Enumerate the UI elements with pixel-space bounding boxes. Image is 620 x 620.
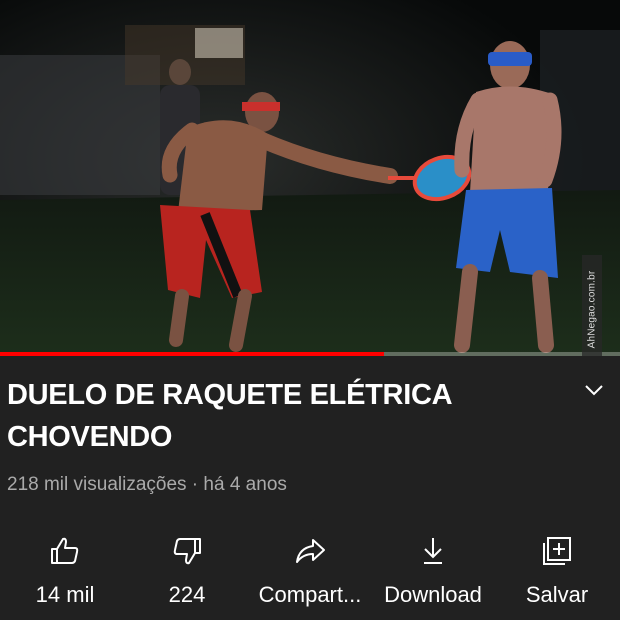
expand-description-button[interactable] <box>582 378 606 402</box>
video-meta: 218 mil visualizações · há 4 anos <box>7 474 287 496</box>
video-info: DUELO DE RAQUETE ELÉTRICA CHOVENDO 218 m… <box>0 356 620 620</box>
share-label: Compart... <box>258 582 362 607</box>
upload-age: há 4 anos <box>203 474 287 495</box>
save-playlist-icon <box>543 537 571 565</box>
share-icon <box>296 539 325 563</box>
save-button[interactable]: Salvar <box>492 526 620 616</box>
share-button[interactable]: Compart... <box>245 526 375 616</box>
thumbs-down-icon <box>173 538 201 565</box>
action-bar: 14 mil 224 Compart... Download Salvar <box>0 526 620 616</box>
download-button[interactable]: Download <box>368 526 498 616</box>
save-label: Salvar <box>525 582 589 607</box>
dislike-count: 224 <box>168 582 206 607</box>
download-label: Download <box>384 582 482 607</box>
view-count: 218 mil visualizações <box>7 474 187 495</box>
thumbs-up-icon <box>51 537 79 564</box>
dislike-button[interactable]: 224 <box>122 526 252 616</box>
download-icon <box>424 538 442 564</box>
chevron-down-icon <box>585 385 603 396</box>
like-count: 14 mil <box>35 582 95 607</box>
watermark-text: AhNegao.com.br <box>586 270 598 348</box>
watermark: AhNegao.com.br <box>582 255 602 356</box>
meta-separator: · <box>186 474 204 495</box>
video-title: DUELO DE RAQUETE ELÉTRICA CHOVENDO <box>7 379 452 453</box>
video-player[interactable]: AhNegao.com.br <box>0 0 620 356</box>
video-frame <box>0 0 620 356</box>
like-button[interactable]: 14 mil <box>0 526 130 616</box>
